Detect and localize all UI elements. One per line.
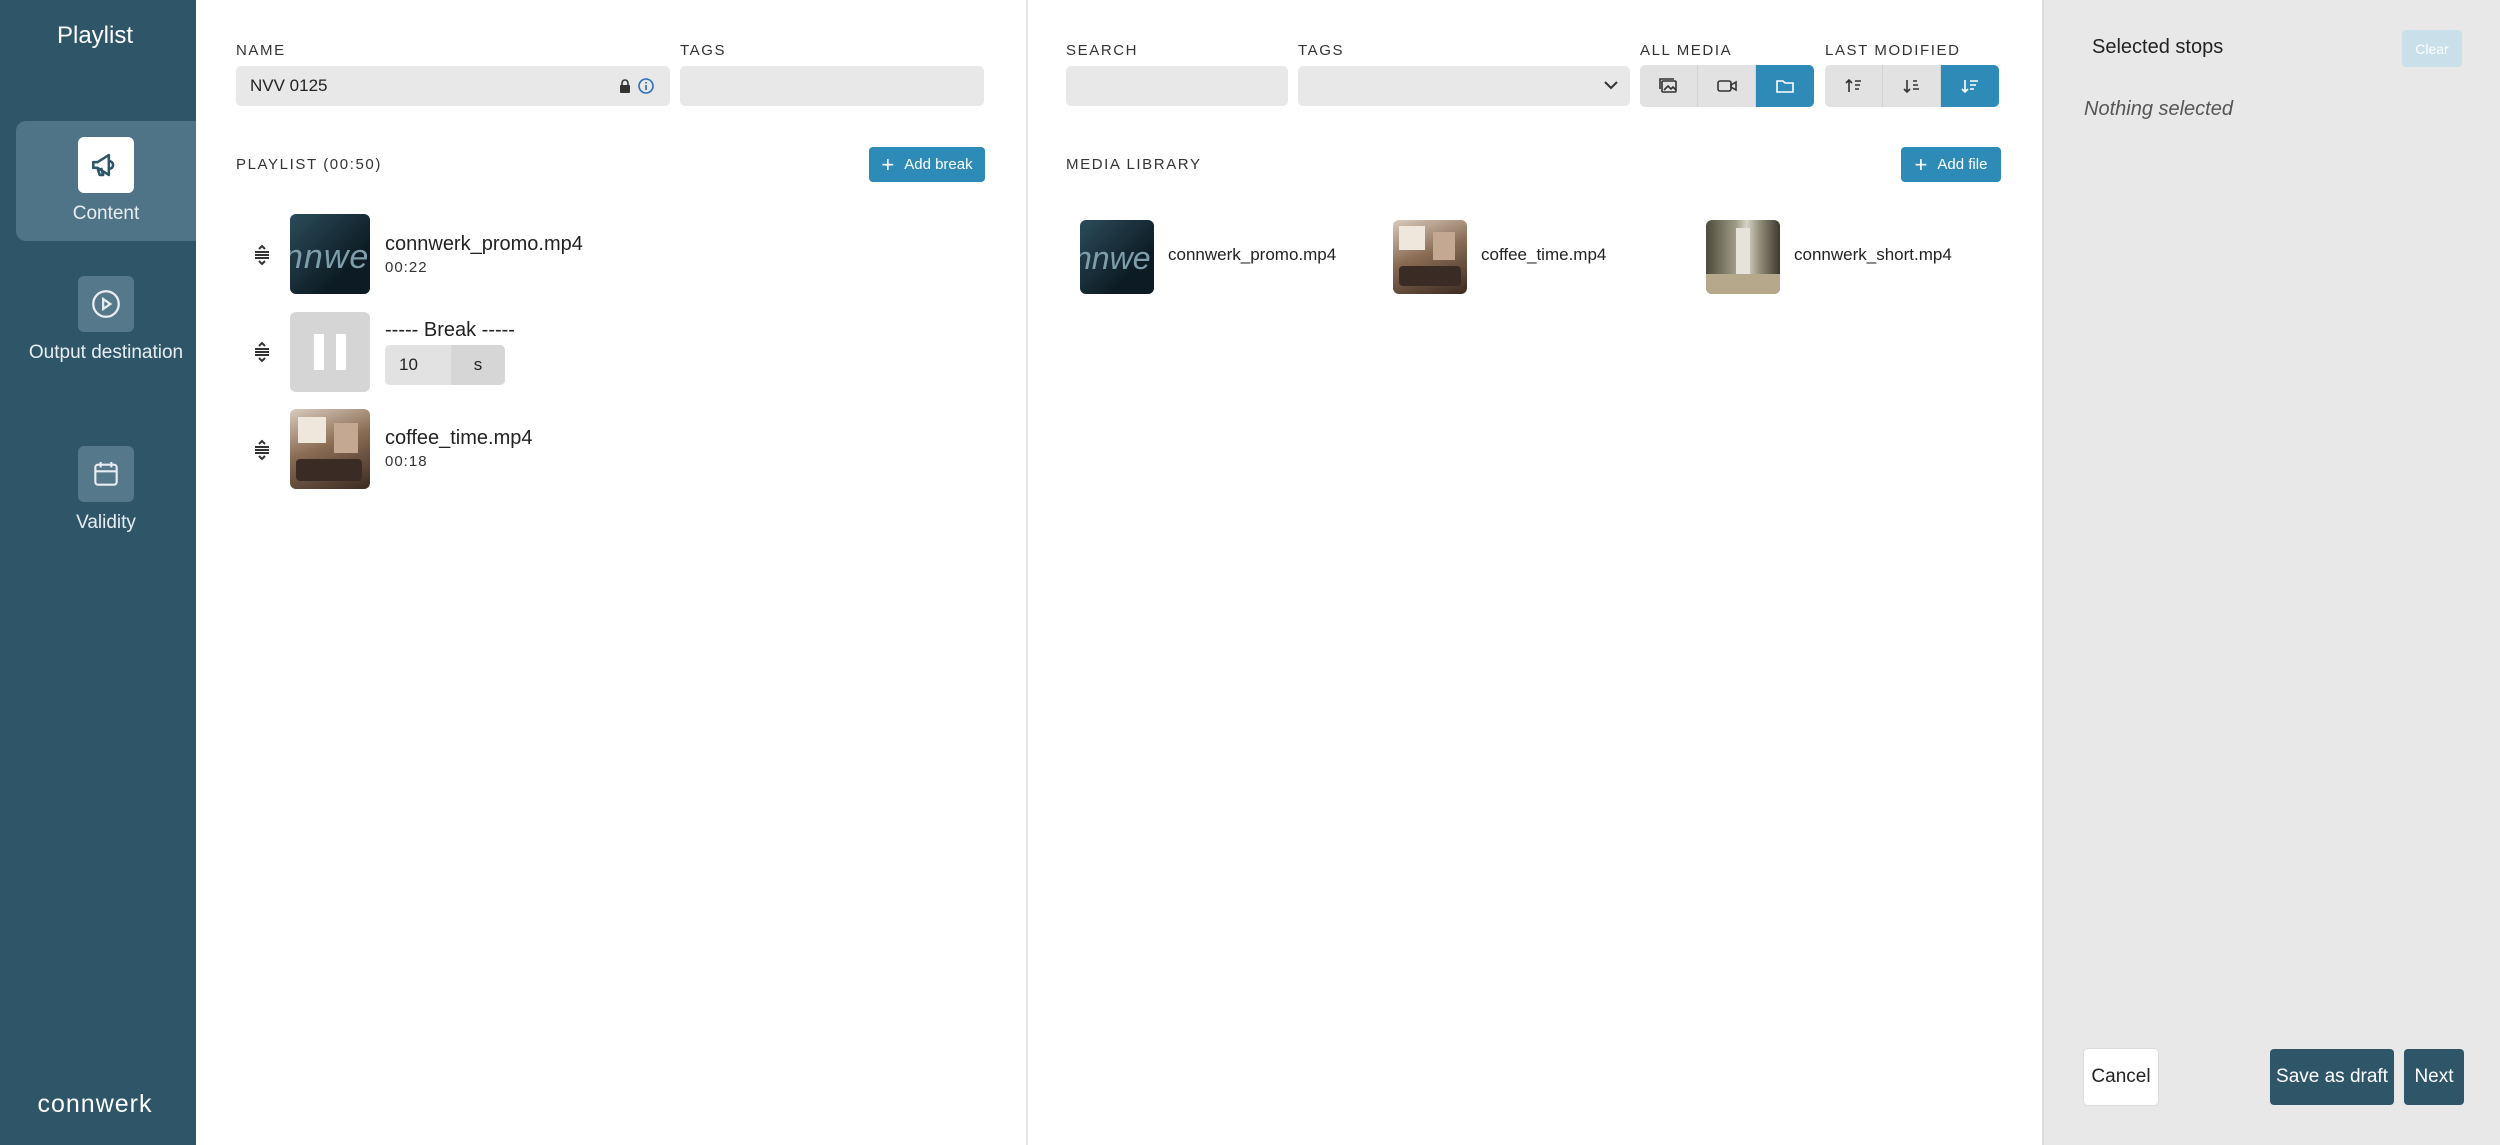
- sidebar-title: Playlist: [56, 22, 134, 49]
- plus-icon: +: [881, 151, 895, 177]
- info-icon[interactable]: [638, 78, 654, 99]
- sidebar-item-label: Validity: [76, 512, 136, 533]
- sort-descending-icon[interactable]: [1883, 65, 1941, 107]
- sort-order-toggle: [1825, 65, 1999, 107]
- add-file-label: Add file: [1937, 156, 1988, 173]
- search-label: SEARCH: [1066, 42, 1139, 59]
- drag-handle-icon[interactable]: [252, 244, 274, 271]
- video-thumbnail: nnwe: [290, 214, 370, 294]
- media-library-panel: SEARCH TAGS ALL MEDIA LAST MODIFIED MEDI…: [1028, 0, 2042, 1145]
- playlist-section-label: PLAYLIST (00:50): [236, 156, 382, 173]
- save-as-draft-button[interactable]: Save as draft: [2270, 1049, 2394, 1105]
- media-card-name: connwerk_promo.mp4: [1168, 245, 1337, 264]
- last-modified-label: LAST MODIFIED: [1825, 42, 1961, 59]
- sidebar-item-content[interactable]: Content: [16, 121, 196, 241]
- drag-handle-icon[interactable]: [252, 439, 274, 466]
- tags-field[interactable]: [680, 66, 984, 106]
- playlist-item-duration: 00:22: [385, 259, 428, 276]
- sort-ascending-icon[interactable]: [1825, 65, 1883, 107]
- video-thumbnail: [1706, 220, 1780, 294]
- selected-stops-panel: Selected stops Clear Nothing selected Ca…: [2042, 0, 2500, 1145]
- next-button[interactable]: Next: [2404, 1049, 2464, 1105]
- add-break-label: Add break: [904, 156, 973, 173]
- empty-state-text: Nothing selected: [2084, 98, 2233, 120]
- name-field[interactable]: NVV 0125: [236, 66, 670, 106]
- video-thumbnail: [290, 409, 370, 489]
- sidebar-item-validity[interactable]: Validity: [16, 430, 196, 550]
- media-type-filter: [1640, 65, 1814, 107]
- add-file-button[interactable]: + Add file: [1901, 147, 2001, 182]
- sort-lines-icon[interactable]: [1941, 65, 1999, 107]
- break-title: ----- Break -----: [385, 319, 515, 341]
- break-duration-input[interactable]: 10 s: [385, 345, 505, 385]
- name-label: NAME: [236, 42, 286, 59]
- search-input[interactable]: [1066, 66, 1288, 106]
- play-circle-icon: [78, 276, 134, 332]
- sidebar-item-label: Output destination: [28, 342, 184, 363]
- image-icon[interactable]: [1640, 65, 1698, 107]
- lock-icon: [618, 78, 632, 99]
- all-media-label: ALL MEDIA: [1640, 42, 1733, 59]
- megaphone-icon: [78, 137, 134, 193]
- cancel-button[interactable]: Cancel: [2084, 1049, 2158, 1105]
- break-duration-unit: s: [451, 345, 505, 385]
- video-thumbnail: [1393, 220, 1467, 294]
- media-library-section-label: MEDIA LIBRARY: [1066, 156, 1202, 173]
- drag-handle-icon[interactable]: [252, 341, 274, 368]
- clear-button[interactable]: Clear: [2402, 30, 2462, 67]
- sidebar-item-label: Content: [72, 203, 140, 224]
- break-duration-value[interactable]: 10: [385, 345, 451, 385]
- video-icon[interactable]: [1698, 65, 1756, 107]
- chevron-down-icon: [1602, 78, 1620, 97]
- selected-stops-title: Selected stops: [2092, 36, 2224, 58]
- media-card-name: connwerk_short.mp4: [1794, 245, 1952, 264]
- calendar-icon: [78, 446, 134, 502]
- library-tags-label: TAGS: [1298, 42, 1345, 59]
- playlist-panel: NAME NVV 0125 TAGS PLAYLIST (00:50) + Ad…: [196, 0, 1026, 1145]
- connwerk-logo: connwerk: [37, 1090, 153, 1118]
- add-break-button[interactable]: + Add break: [869, 147, 985, 182]
- tags-select[interactable]: [1298, 66, 1630, 106]
- video-thumbnail: nnwe: [1080, 220, 1154, 294]
- folder-icon[interactable]: [1756, 65, 1814, 107]
- sidebar: Playlist Content Output destination Vali…: [0, 0, 196, 1145]
- plus-icon: +: [1914, 151, 1928, 177]
- playlist-item-name: coffee_time.mp4: [385, 427, 533, 449]
- tags-label: TAGS: [680, 42, 727, 59]
- name-value: NVV 0125: [250, 76, 328, 95]
- media-card-name: coffee_time.mp4: [1481, 245, 1607, 264]
- playlist-item-name: connwerk_promo.mp4: [385, 233, 583, 255]
- pause-icon: [290, 312, 370, 392]
- playlist-item-duration: 00:18: [385, 453, 428, 470]
- sidebar-item-output-destination[interactable]: Output destination: [16, 260, 196, 380]
